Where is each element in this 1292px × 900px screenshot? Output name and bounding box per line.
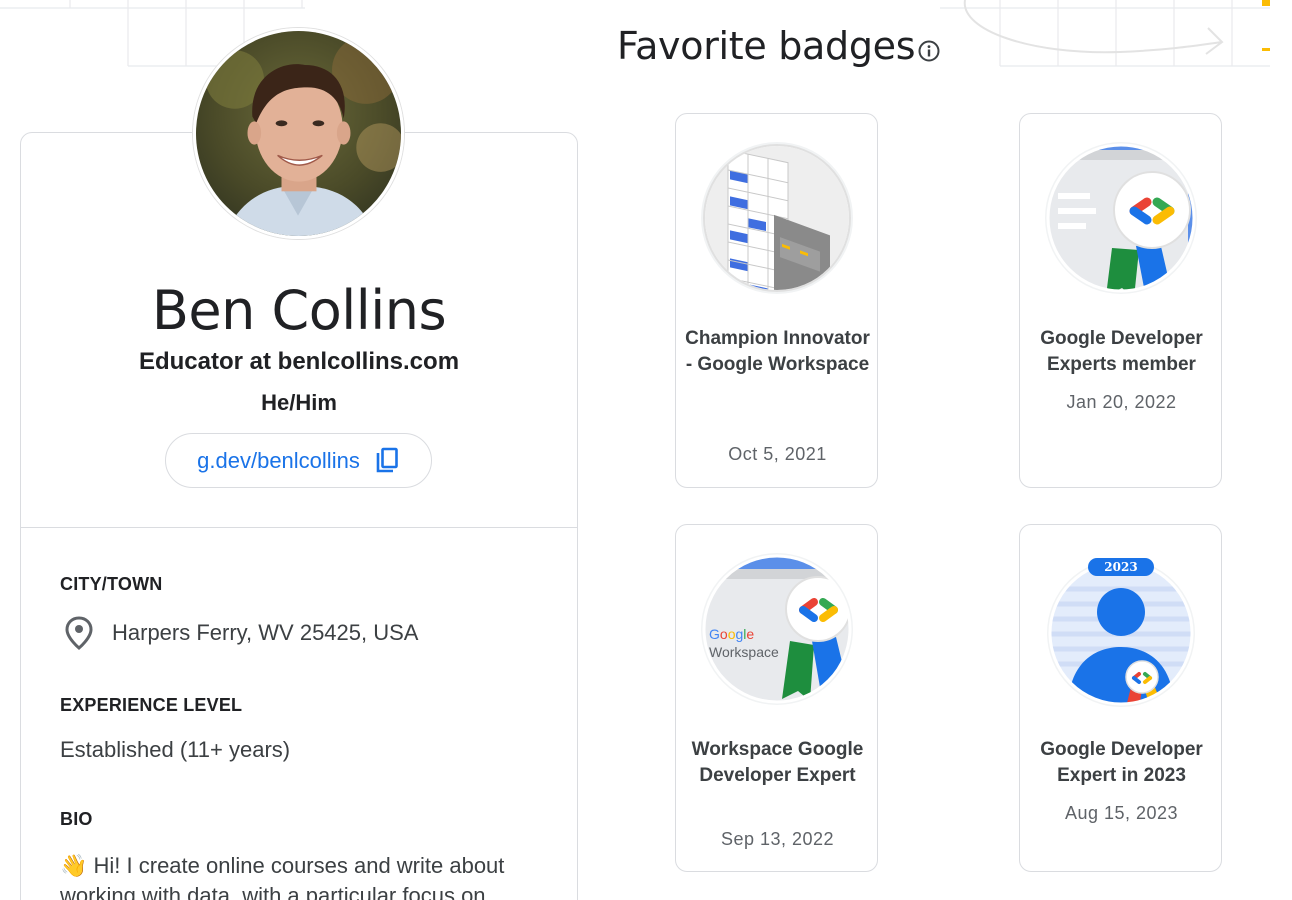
- bio-label: BIO: [60, 809, 93, 829]
- profile-link-copy-button[interactable]: g.dev/benlcollins: [165, 433, 432, 488]
- location-pin-icon: [65, 616, 93, 650]
- profile-avatar: [193, 28, 404, 239]
- profile-card: [20, 132, 578, 900]
- city-label: CITY/TOWN: [60, 574, 163, 594]
- favorite-badges-heading: Favorite badges: [617, 24, 916, 68]
- bio-text: 👋 Hi! I create online courses and write …: [60, 851, 550, 900]
- gde-2023-badge-icon: 2023: [1047, 558, 1195, 707]
- avatar-photo: [196, 31, 401, 236]
- experience-label: EXPERIENCE LEVEL: [60, 695, 243, 715]
- profile-name: Ben Collins: [151, 279, 447, 342]
- gde-member-badge-icon: [1045, 142, 1197, 294]
- badge-card-workspace-gde[interactable]: Google Workspace Workspace Google Develo…: [675, 524, 878, 872]
- badge-card-champion-innovator[interactable]: Champion Innovator - Google Workspace Oc…: [675, 113, 878, 488]
- badge-card-gde-member[interactable]: Google Developer Experts member Jan 20, …: [1019, 113, 1222, 488]
- waving-hand-emoji: 👋: [60, 853, 88, 878]
- profile-link-text: g.dev/benlcollins: [197, 447, 360, 473]
- decorative-grid-right: [940, 0, 1270, 67]
- badge-name: Google Developer Experts member: [1040, 328, 1203, 375]
- svg-text:Google: Google: [709, 626, 754, 642]
- badge-date: Oct 5, 2021: [728, 444, 827, 464]
- workspace-logo-text: Workspace: [709, 644, 779, 660]
- city-value: Harpers Ferry, WV 25425, USA: [112, 620, 419, 645]
- badge-date: Jan 20, 2022: [1066, 392, 1177, 412]
- badge-name: Google Developer Expert in 2023: [1040, 739, 1203, 786]
- copy-icon: [376, 447, 398, 472]
- profile-pronouns: He/Him: [261, 390, 337, 415]
- bio-body: Hi! I create online courses and write ab…: [60, 853, 505, 900]
- badge-name: Workspace Google Developer Expert: [691, 739, 864, 786]
- experience-value: Established (11+ years): [60, 737, 291, 762]
- badge-date: Sep 13, 2022: [720, 829, 835, 849]
- badge-card-gde-2023[interactable]: 2023 Google Developer Expert in 2023 Aug…: [1019, 524, 1222, 872]
- badge-name: Champion Innovator - Google Workspace: [685, 328, 870, 375]
- badge-date: Aug 15, 2023: [1064, 803, 1179, 823]
- profile-title: Educator at benlcollins.com: [138, 348, 460, 375]
- info-icon[interactable]: [917, 39, 941, 63]
- champion-innovator-workspace-badge-icon: [701, 142, 853, 294]
- workspace-gde-badge-icon: Google Workspace: [701, 553, 853, 705]
- badge-year-label: 2023: [1104, 560, 1137, 574]
